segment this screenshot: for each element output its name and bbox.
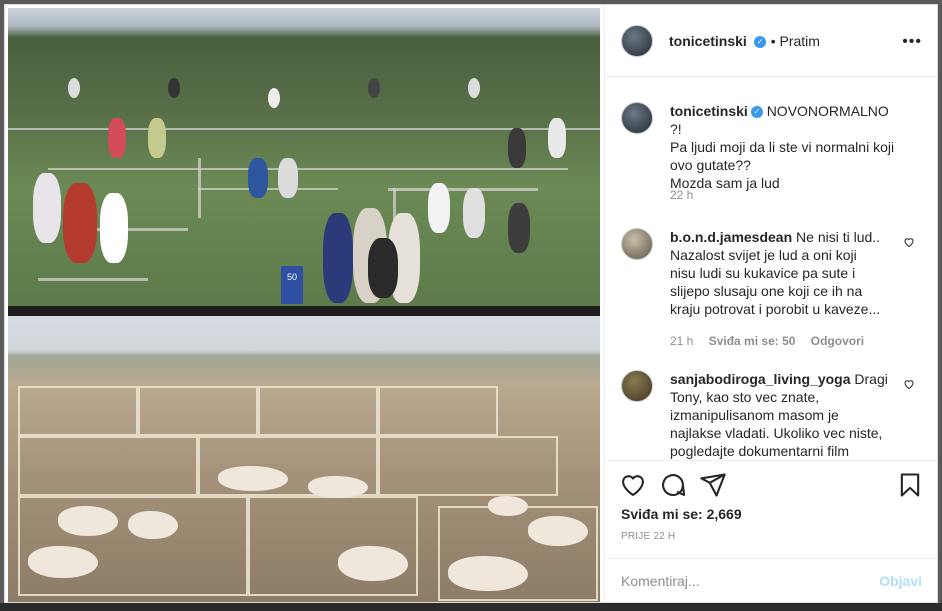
verified-icon: ✓: [754, 35, 767, 48]
comment-line-1: Ne nisi ti lud..: [796, 229, 881, 245]
comment-likes[interactable]: Sviđa mi se: 50: [709, 334, 796, 348]
comment-line-2: Nazalost svijet je lud a oni koji: [670, 247, 857, 263]
add-comment-bar: Objavi: [605, 558, 938, 602]
comment-line-2: Tony, kao sto vec znate,: [670, 389, 820, 405]
post-dialog: 50 tonicetinski ✓ • Pratim ••• tonicetin…: [4, 4, 938, 603]
comment-icon[interactable]: [659, 471, 687, 499]
author-avatar[interactable]: [621, 25, 653, 57]
bookmark-icon[interactable]: [896, 471, 924, 499]
follow-status[interactable]: • Pratim: [771, 33, 820, 49]
comment-line-1: Dragi: [854, 371, 888, 387]
author-avatar[interactable]: [621, 102, 653, 134]
comment-input[interactable]: [621, 571, 861, 591]
comment-time[interactable]: 21 h: [670, 334, 693, 348]
sheep-pens-photo: [8, 316, 600, 602]
like-count[interactable]: Sviđa mi se: 2,669: [621, 506, 742, 522]
comment-line-4: najlakse vladati. Ukoliko vec niste,: [670, 425, 883, 441]
verified-icon: ✓: [750, 106, 763, 119]
comment-text: b.o.n.d.jamesdean Ne nisi ti lud.. Nazal…: [670, 228, 904, 318]
commenter-avatar[interactable]: [621, 228, 653, 260]
commenter-avatar[interactable]: [621, 370, 653, 402]
crowd-photo: 50: [8, 8, 600, 306]
comment-line-3: nisu ludi su kukavice pa sute i: [670, 265, 856, 281]
comment-line-3: izmanipulisanom masom je: [670, 407, 839, 423]
caption-username[interactable]: tonicetinski: [670, 103, 748, 119]
comment-username[interactable]: b.o.n.d.jamesdean: [670, 229, 792, 245]
caption-meta: 22 h: [670, 188, 705, 202]
comment-username[interactable]: sanjabodiroga_living_yoga: [670, 371, 851, 387]
comment-line-5: kraju potrovat i porobit u kaveze...: [670, 301, 881, 317]
caption-time[interactable]: 22 h: [670, 188, 693, 202]
comment-line-4: slijepo slusaju one koji ce ih na: [670, 283, 863, 299]
author-line: tonicetinski ✓ • Pratim: [669, 33, 820, 51]
comments-list[interactable]: tonicetinski ✓ NOVONORMALNO ?! Pa ljudi m…: [605, 78, 938, 459]
comment-heart-icon[interactable]: [903, 378, 915, 393]
heart-icon[interactable]: [619, 471, 647, 499]
backdrop: [0, 603, 942, 611]
collage-divider: [8, 306, 600, 316]
more-icon[interactable]: •••: [902, 33, 922, 51]
comment-line-5: pogledajte dokumentarni film: [670, 443, 849, 459]
pen-number-sign: 50: [281, 266, 303, 304]
caption-line-2: Pa ljudi moji da li ste vi normalni koji: [670, 139, 895, 155]
caption-line-3: ovo gutate??: [670, 157, 751, 173]
author-username[interactable]: tonicetinski: [669, 33, 747, 49]
post-sidebar: tonicetinski ✓ • Pratim ••• tonicetinski…: [604, 5, 938, 602]
post-header: tonicetinski ✓ • Pratim •••: [605, 5, 938, 77]
comment-text: sanjabodiroga_living_yoga Dragi Tony, ka…: [670, 370, 904, 459]
comment-heart-icon[interactable]: [903, 236, 915, 251]
comment-meta: 21 h Sviđa mi se: 50 Odgovori: [670, 334, 876, 348]
post-media[interactable]: 50: [5, 5, 604, 602]
caption-text: tonicetinski ✓ NOVONORMALNO ?! Pa ljudi m…: [670, 102, 904, 192]
share-icon[interactable]: [699, 471, 727, 499]
reply-button[interactable]: Odgovori: [811, 334, 864, 348]
post-comment-button[interactable]: Objavi: [879, 573, 922, 589]
post-timestamp: PRIJE 22 H: [621, 531, 676, 542]
